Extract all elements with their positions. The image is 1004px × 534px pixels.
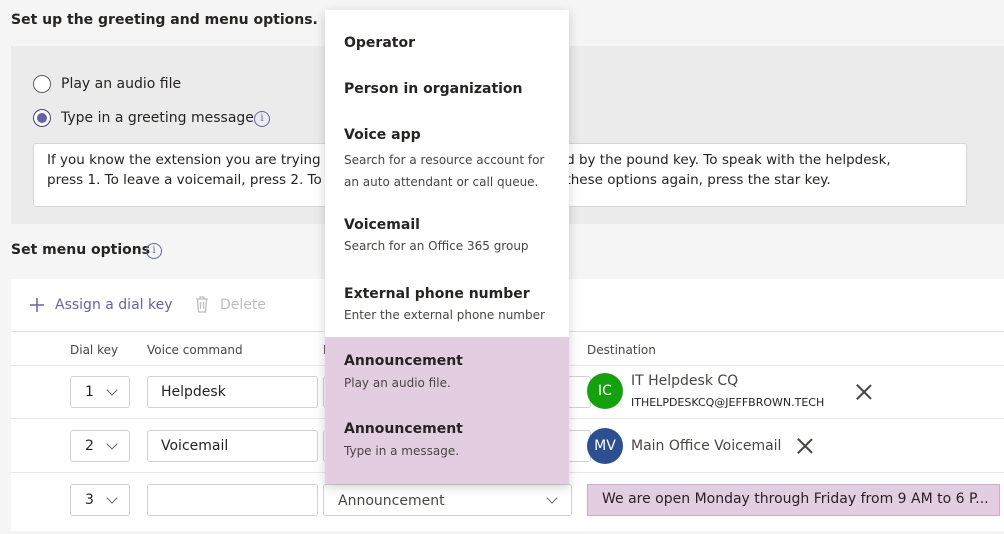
redirect-select-3[interactable]: Announcement <box>323 484 572 516</box>
dropdown-item-subtitle: Play an audio file. <box>344 376 451 390</box>
header-destination: Destination <box>587 343 656 357</box>
avatar: IC <box>587 373 623 409</box>
dropdown-item-title: Announcement <box>344 421 463 437</box>
voice-command-input-2[interactable]: Voicemail <box>147 430 318 462</box>
close-icon[interactable] <box>855 383 873 401</box>
dropdown-item-title: Person in organization <box>344 81 523 97</box>
dropdown-item-title: Voice app <box>344 127 421 143</box>
dropdown-item-title: Announcement <box>344 353 463 369</box>
chevron-down-icon <box>106 492 118 504</box>
greeting-section-title: Set up the greeting and menu options. <box>11 12 318 28</box>
radio-type-greeting[interactable] <box>33 109 51 127</box>
dropdown-item-operator[interactable]: Operator <box>325 10 569 68</box>
menu-info-icon[interactable]: i <box>146 243 162 259</box>
dial-key-select-3[interactable]: 3 <box>70 484 130 516</box>
trash-icon <box>195 296 209 313</box>
avatar: MV <box>587 428 623 464</box>
announcement-message-input[interactable]: We are open Monday through Friday from 9… <box>587 484 1000 516</box>
dropdown-item-title: External phone number <box>344 286 530 302</box>
info-icon[interactable]: i <box>254 111 270 127</box>
dropdown-item-voice-app[interactable]: Voice app Search for a resource account … <box>325 114 569 200</box>
dropdown-item-subtitle: Search for a resource account for <box>344 153 545 167</box>
dropdown-item-subtitle: Enter the external phone number <box>344 308 545 322</box>
header-dial-key: Dial key <box>70 343 119 357</box>
destination-email-1: ITHELPDESKCQ@JEFFBROWN.TECH <box>631 396 825 409</box>
dropdown-item-person[interactable]: Person in organization <box>325 68 569 114</box>
dial-key-value: 2 <box>85 438 94 454</box>
assign-dial-key-button[interactable]: Assign a dial key <box>55 297 173 313</box>
voice-command-input-1[interactable]: Helpdesk <box>147 376 318 408</box>
chevron-down-icon <box>106 384 118 396</box>
dial-key-select-1[interactable]: 1 <box>70 376 130 408</box>
radio-type-greeting-label[interactable]: Type in a greeting message <box>61 110 254 126</box>
dropdown-item-subtitle: an auto attendant or call queue. <box>344 175 539 189</box>
header-voice-command: Voice command <box>147 343 243 357</box>
dial-key-value: 3 <box>85 492 94 508</box>
destination-name-1: IT Helpdesk CQ <box>631 373 739 389</box>
menu-section-title: Set menu options <box>11 242 151 258</box>
dropdown-item-title: Voicemail <box>344 217 420 233</box>
delete-button[interactable]: Delete <box>220 297 266 313</box>
dial-key-value: 1 <box>85 384 94 400</box>
dropdown-item-subtitle: Search for an Office 365 group <box>344 239 529 253</box>
voice-command-input-3[interactable] <box>147 484 318 516</box>
redirect-dropdown-menu: Operator Person in organization Voice ap… <box>325 10 569 484</box>
dropdown-item-voicemail[interactable]: Voicemail Search for an Office 365 group <box>325 200 569 270</box>
chevron-down-icon <box>106 438 118 450</box>
close-icon[interactable] <box>796 437 814 455</box>
chevron-down-icon <box>546 492 558 504</box>
destination-name-2: Main Office Voicemail <box>631 438 782 454</box>
redirect-select-value: Announcement <box>338 493 445 509</box>
dropdown-item-announcement-audio[interactable]: Announcement Play an audio file. <box>325 337 569 405</box>
dropdown-item-title: Operator <box>344 35 415 51</box>
plus-icon[interactable] <box>30 297 44 312</box>
dropdown-item-external-phone[interactable]: External phone number Enter the external… <box>325 270 569 336</box>
dropdown-item-announcement-text[interactable]: Announcement Type in a message. <box>325 405 569 484</box>
radio-play-audio-label[interactable]: Play an audio file <box>61 76 181 92</box>
dial-key-select-2[interactable]: 2 <box>70 430 130 462</box>
dropdown-item-subtitle: Type in a message. <box>344 444 460 458</box>
radio-play-audio[interactable] <box>33 75 51 93</box>
